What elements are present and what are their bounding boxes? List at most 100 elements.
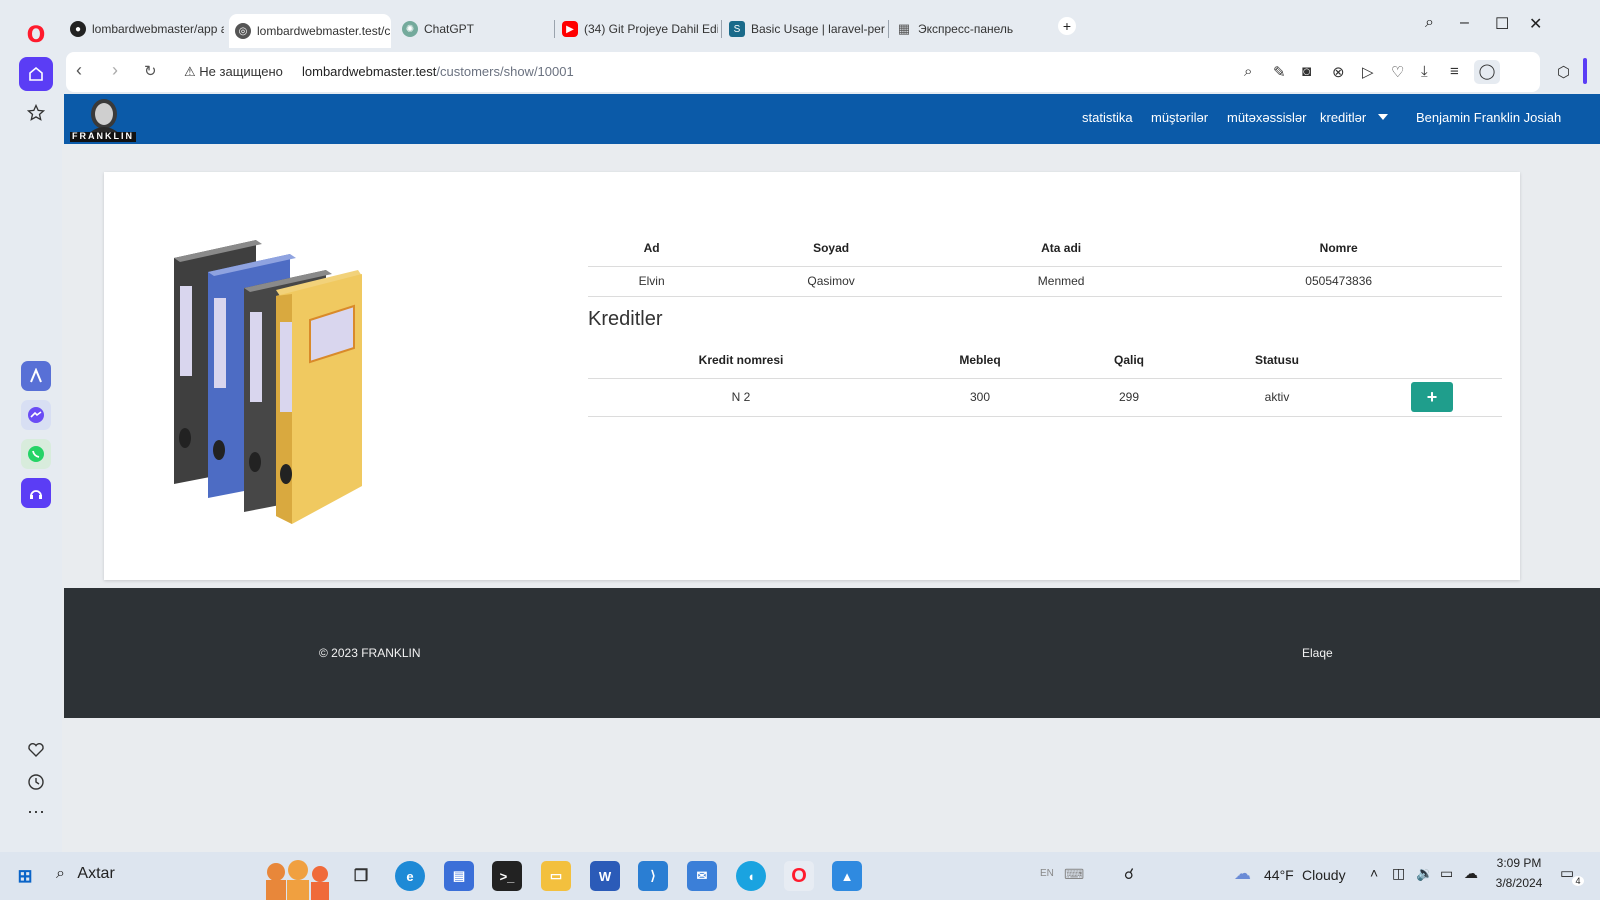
clock-time[interactable]: 3:09 PM [1490, 856, 1548, 870]
whatsapp-icon[interactable] [21, 439, 51, 469]
forward-button[interactable]: › [112, 60, 118, 81]
aria-app-icon[interactable] [21, 361, 51, 391]
maximize-button[interactable]: ☐ [1495, 14, 1509, 34]
nav-statistics[interactable]: statistika [1082, 110, 1133, 125]
header-phone: Nomre [1175, 230, 1502, 267]
search-icon: ⌕ [56, 865, 65, 882]
table-row: N 2 300 299 aktiv + [588, 377, 1502, 417]
people-icon[interactable]: ☌ [1124, 865, 1134, 883]
header-patronymic: Ata adi [946, 230, 1176, 267]
weather-temp[interactable]: 44°F [1264, 867, 1294, 883]
tray-app-icon[interactable]: ◫ [1392, 865, 1405, 882]
nav-credits[interactable]: kreditlər [1320, 110, 1366, 125]
taskbar-search[interactable]: ⌕ Axtar [56, 865, 115, 883]
weather-text[interactable]: Cloudy [1302, 867, 1346, 883]
new-tab-button[interactable]: + [1058, 17, 1076, 35]
nav-customers[interactable]: müştərilər [1151, 110, 1208, 125]
cell-patronymic: Menmed [946, 265, 1176, 297]
opera-taskbar-icon[interactable]: O [784, 861, 814, 891]
table-row: Elvin Qasimov Menmed 0505473836 [588, 265, 1502, 297]
favorites-icon[interactable]: ♡ [1391, 63, 1404, 81]
address-bar: ‹ › ↻ ⚠ Не защищено lombardwebmaster.tes… [66, 52, 1540, 92]
home-icon[interactable] [19, 57, 53, 91]
chevron-down-icon[interactable] [1378, 114, 1388, 120]
nav-user-menu[interactable]: Benjamin Franklin Josiah [1416, 110, 1561, 125]
edge-icon[interactable]: e [395, 861, 425, 891]
sidebar-toggle[interactable] [1583, 58, 1587, 84]
footer-copyright: © 2023 FRANKLIN [319, 646, 421, 660]
windows-taskbar: ⊞ ⌕ Axtar ❐ e ▤ >_ ▭ W ⟩ ✉ ◖ O ▲ EN ⌨ ☌ … [0, 852, 1600, 900]
header-status: Statusu [1254, 352, 1299, 367]
github-icon: ● [70, 21, 86, 37]
tab-laravel-permission[interactable]: S Basic Usage | laravel-perm [723, 14, 885, 44]
chevron-up-icon[interactable]: ˄ [1370, 865, 1378, 881]
history-icon[interactable] [19, 765, 53, 799]
clock-date[interactable]: 3/8/2024 [1490, 876, 1548, 890]
store-icon[interactable]: ▤ [444, 861, 474, 891]
security-indicator[interactable]: ⚠ Не защищено [184, 64, 283, 80]
task-view-icon[interactable]: ❐ [346, 861, 376, 891]
header-actions [1362, 342, 1502, 378]
network-icon[interactable]: ▭ [1440, 865, 1453, 882]
tab-speed-dial[interactable]: ▦ Экспресс-панель [890, 14, 1052, 44]
edit-icon[interactable]: ✎ [1273, 63, 1286, 81]
volume-icon[interactable]: 🔉 [1416, 865, 1433, 882]
photos-icon[interactable]: ▲ [832, 861, 862, 891]
cloud-icon[interactable]: ☁ [1234, 864, 1251, 884]
mail-icon[interactable]: ✉ [687, 861, 717, 891]
credits-table: Kredit nomresi Mebleq Qaliq Statusu N 2 … [588, 342, 1502, 417]
download-icon[interactable]: ⤓ [1421, 63, 1428, 80]
footer-contact-link[interactable]: Elaqe [1302, 646, 1333, 660]
opera-logo-icon[interactable]: O [19, 18, 53, 52]
windows-start-icon[interactable]: ⊞ [10, 861, 40, 891]
header-surname: Soyad [715, 230, 947, 267]
franklin-logo[interactable]: FRANKLIN [68, 96, 138, 142]
cell-phone: 0505473836 [1175, 265, 1502, 297]
url-field[interactable]: lombardwebmaster.test/customers/show/100… [302, 64, 574, 79]
camera-icon[interactable]: ◙ [1302, 63, 1311, 80]
tab-separator [721, 20, 722, 38]
terminal-icon[interactable]: >_ [492, 861, 522, 891]
security-label: Не защищено [199, 64, 283, 79]
tab-current-page[interactable]: ◎ lombardwebmaster.test/c [229, 14, 391, 48]
notification-count: 4 [1572, 876, 1584, 886]
cell-status: aktiv [1192, 377, 1362, 417]
cloud-sync-icon[interactable]: ☁ [1464, 865, 1478, 882]
cell-name: Elvin [588, 265, 716, 297]
keyboard-icon[interactable]: ⌨ [1064, 866, 1084, 883]
reload-button[interactable]: ↻ [144, 62, 157, 80]
vscode-icon[interactable]: ⟩ [638, 861, 668, 891]
pinboard-icon[interactable] [19, 96, 53, 130]
tab-github[interactable]: ● lombardwebmaster/app a [64, 14, 224, 44]
close-window-button[interactable]: ✕ [1529, 14, 1542, 34]
binders-illustration [174, 240, 362, 524]
app-icon[interactable]: ◖ [736, 861, 766, 891]
tab-label: lombardwebmaster/app a [92, 22, 224, 36]
add-payment-button[interactable]: + [1411, 382, 1453, 412]
messenger-icon[interactable] [21, 400, 51, 430]
zoom-search-icon[interactable]: ⌕ [1244, 63, 1252, 80]
minimize-button[interactable]: – [1460, 14, 1469, 32]
file-explorer-icon[interactable]: ▭ [541, 861, 571, 891]
more-icon[interactable]: ⋯ [19, 795, 53, 829]
extensions-icon[interactable]: ⬡ [1557, 63, 1570, 81]
heart-icon[interactable] [19, 733, 53, 767]
cell-surname: Qasimov [715, 265, 947, 297]
player-icon[interactable]: ▷ [1362, 63, 1374, 81]
tab-youtube[interactable]: ▶ (34) Git Projeye Dahil Edil [556, 14, 718, 44]
nav-specialists[interactable]: mütəxəssislər [1227, 110, 1306, 125]
input-language[interactable]: EN [1040, 868, 1054, 879]
music-player-icon[interactable] [21, 478, 51, 508]
menu-icon[interactable]: ≡ [1450, 63, 1459, 80]
header-credit-number: Kredit nomresi [698, 352, 784, 367]
cell-credit-number: N 2 [588, 377, 894, 417]
warning-icon: ⚠ [184, 64, 196, 79]
tab-chatgpt[interactable]: ✺ ChatGPT [396, 14, 556, 44]
header-name: Ad [588, 230, 716, 267]
word-icon[interactable]: W [590, 861, 620, 891]
tab-search-icon[interactable]: ⌕ [1425, 14, 1434, 32]
adblock-icon[interactable]: ⊗ [1332, 63, 1345, 81]
profile-icon[interactable]: ◯ [1474, 60, 1500, 84]
back-button[interactable]: ‹ [76, 60, 82, 81]
tab-label: lombardwebmaster.test/c [257, 24, 391, 38]
